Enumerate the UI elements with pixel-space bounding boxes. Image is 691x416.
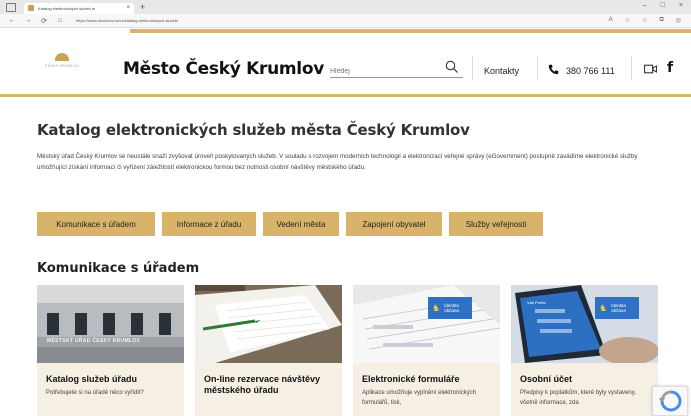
phone-number[interactable]: 380 766 111 [566,66,615,76]
category-button-zapojeni[interactable]: Zapojení obyvatel [346,212,442,236]
service-card-osobni-ucet[interactable]: Váš Portál ♞ Identita občana Osobní účet… [511,285,658,416]
maximize-button[interactable]: □ [661,2,665,9]
service-card-rezervace[interactable]: On-line rezervace návštěvy městského úřa… [195,285,342,416]
favorite-star-icon[interactable]: ☆ [625,17,630,24]
window-menu-icon[interactable] [6,2,16,12]
browser-tab[interactable]: Katalog elektronických služeb m × [24,2,134,14]
identity-badge: ♞ Identita občana [595,297,639,319]
lion-icon: ♞ [599,302,608,313]
identity-badge-label: Identita občana [611,303,626,313]
category-button-vedeni[interactable]: Vedení města [263,212,339,236]
phone-icon [548,64,559,75]
tablet-screen-label: Váš Portál [527,300,546,305]
card-image-office: MĚSTSKÝ ÚŘAD ČESKÝ KRUMLOV [37,285,184,363]
card-image-forms: ♞ Identita občana [353,285,500,363]
reload-button[interactable]: ⟳ [40,17,48,25]
recaptcha-icon [659,390,682,412]
card-description: Předpisy k poplatkům, které byly vystave… [520,390,636,406]
address-bar: ← → ⟳ ⌂ https://www.ckrumlov.cz/cz/katal… [0,14,691,28]
card-title: Katalog služeb úřadu [46,374,138,384]
card-image-notebook [195,285,342,363]
back-button[interactable]: ← [8,17,16,24]
logo-text: ČESKÝ KRUMLOV [44,64,80,68]
category-button-komunikace[interactable]: Komunikace s úřadem [37,212,155,236]
header-accent-line [0,94,691,97]
recaptcha-badge[interactable] [652,386,688,416]
favicon-icon [28,5,34,11]
forward-button[interactable]: → [24,17,32,24]
new-tab-button[interactable]: + [140,2,145,12]
contacts-link[interactable]: Kontakty [484,66,519,76]
browser-toolbar-icons: A ☆ ☆ ⧉ ◎ [609,17,681,24]
city-logo[interactable]: ČESKÝ KRUMLOV [42,53,82,75]
header-divider [472,56,473,80]
card-description: Potřebujete si na úřadě něco vyřídit? [46,390,144,396]
card-image-tablet: Váš Portál ♞ Identita občana [511,285,658,363]
crest-icon [55,53,69,61]
tab-title: Katalog elektronických služeb m [38,5,96,11]
header-divider [631,56,632,80]
identity-badge: ♞ Identita občana [428,297,472,319]
category-button-informace[interactable]: Informace z úřadu [162,212,256,236]
section-title: Komunikace s úřadem [37,261,200,276]
page-title: Katalog elektronických služeb města Česk… [37,121,470,139]
identity-badge-label: Identita občana [444,303,459,313]
tab-close-icon[interactable]: × [126,5,130,11]
card-image-caption: MĚSTSKÝ ÚŘAD ČESKÝ KRUMLOV [47,338,141,344]
facebook-icon[interactable]: f [667,60,673,76]
search-input[interactable] [330,64,430,79]
service-card-formulare[interactable]: ♞ Identita občana Elektronické formuláře… [353,285,500,416]
search-icon[interactable] [445,60,459,74]
search-box [330,60,463,79]
collections-icon[interactable]: ⧉ [659,17,663,24]
card-description: Aplikace umožňuje vyplnění elektronickýc… [362,390,477,406]
card-title: Elektronické formuláře [362,374,460,384]
site-header: ČESKÝ KRUMLOV Město Český Krumlov Kontak… [0,33,691,95]
card-title: On-line rezervace návštěvy městského úřa… [204,374,321,395]
close-window-button[interactable]: × [679,2,683,9]
profile-icon[interactable]: ◎ [676,17,681,24]
intro-text: Městský úřad Český Krumlov se neustále s… [37,153,638,171]
window-controls: – □ × [643,2,683,9]
category-button-sluzby[interactable]: Služby veřejnosti [449,212,543,236]
read-aloud-icon[interactable]: A [609,17,613,24]
home-button[interactable]: ⌂ [56,17,64,24]
browser-tabbar: Katalog elektronických služeb m × + – □ … [0,0,691,14]
video-camera-icon[interactable] [644,64,657,74]
minimize-button[interactable]: – [643,2,647,9]
card-title: Osobní účet [520,374,573,384]
lion-icon: ♞ [432,302,441,313]
url-field[interactable]: https://www.ckrumlov.cz/cz/katalog-elekt… [76,18,609,23]
header-divider [537,56,538,80]
site-title[interactable]: Město Český Krumlov [123,59,324,79]
service-card-katalog[interactable]: MĚSTSKÝ ÚŘAD ČESKÝ KRUMLOV Katalog služe… [37,285,184,416]
favorites-icon[interactable]: ☆ [642,17,647,24]
